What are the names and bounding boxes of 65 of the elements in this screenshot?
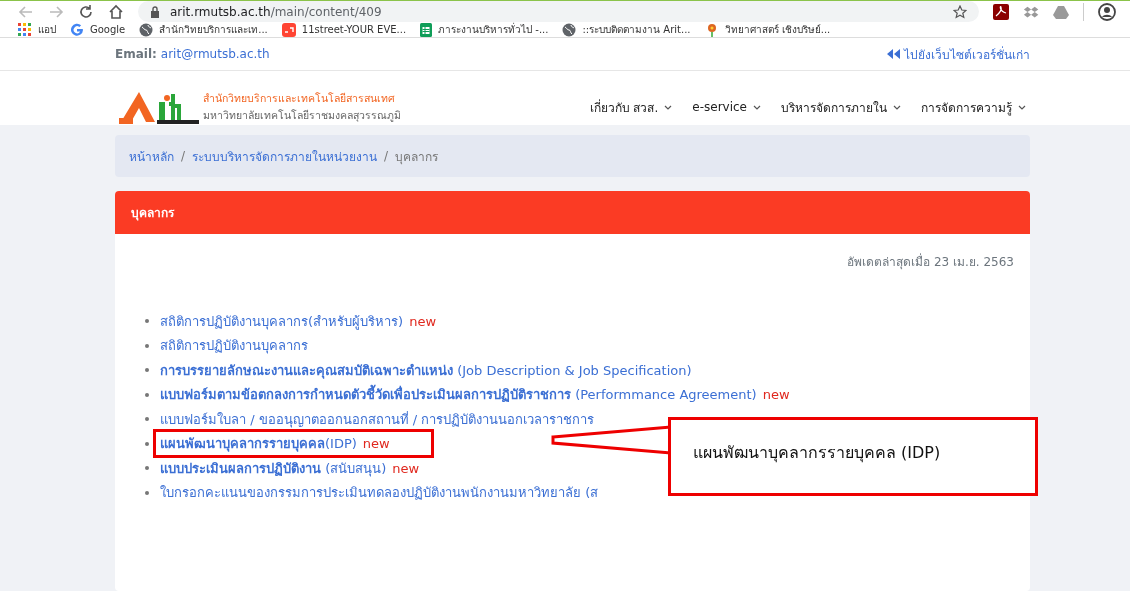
bookmark-item[interactable]: Google [70, 22, 126, 37]
drive-icon[interactable] [1053, 4, 1069, 19]
apps-grid-icon [18, 22, 32, 37]
breadcrumb-current: บุคลากร [395, 148, 439, 166]
chevron-down-icon [664, 104, 673, 110]
bookmark-item[interactable]: สำนักวิทยบริการและเท... [139, 22, 268, 37]
bullet [145, 417, 149, 422]
document-link[interactable]: แบบประเมินผลการปฏิบัติงาน (สนับสนุน) [160, 457, 387, 479]
new-label: new [409, 313, 437, 329]
panel-header: บุคลากร [115, 191, 1030, 234]
document-link[interactable]: การบรรยายลักษณะงานและคุณสมบัติเฉพาะตำแหน่ง (Job Description & Job Specification) [160, 359, 692, 381]
new-label: new [392, 460, 420, 476]
star-icon[interactable] [953, 4, 967, 19]
nav-menu-item[interactable]: การจัดการความรู้ [921, 97, 1026, 117]
globe-icon [562, 22, 577, 37]
new-label: new [762, 387, 790, 403]
home-icon[interactable] [108, 3, 124, 20]
bullet [145, 441, 149, 446]
bookmark-item[interactable]: แอป [18, 22, 56, 37]
lock-icon [150, 5, 160, 18]
document-link[interactable]: สถิติการปฏิบัติงานบุคลากร [160, 335, 308, 357]
rewind-icon [887, 49, 900, 59]
logo-title: สำนักวิทยบริการและเทคโนโลยีสารสนเทศ [203, 91, 396, 106]
bullet [145, 490, 149, 495]
document-link[interactable]: แบบฟอร์มตามข้อตกลงการกำหนดตัวชี้วัดเพื่อประเมินผลการปฏิบัติราชการ (Performmance Agreement) [160, 384, 757, 406]
logo-subtitle: มหาวิทยาลัยเทคโนโลยีราชมงคลสุวรรณภูมิ [203, 108, 401, 124]
bookmark-item[interactable]: ภาระงานบริหารทั่วไป -... [420, 22, 549, 37]
url-text: arit.rmutsb.ac.th/main/content/409 [170, 4, 382, 19]
bullet [145, 343, 149, 348]
bookmark-item[interactable]: วิทยาศาสตร์ เชิงบริษย์... [704, 22, 831, 37]
email-link[interactable]: arit@rmutsb.ac.th [160, 47, 270, 61]
address-bar[interactable]: arit.rmutsb.ac.th/main/content/409 [138, 1, 979, 22]
nav-menu-item[interactable]: เกี่ยวกับ สวส. [589, 97, 673, 117]
document-link[interactable]: แบบฟอร์มใบลา / ขออนุญาตออกนอกสถานที่ / การปฏิบัติงานนอกเวลาราชการ [160, 408, 595, 430]
logo-icon[interactable] [119, 90, 199, 124]
bullet [145, 368, 149, 373]
bullet [145, 392, 149, 397]
nav-menu-item[interactable]: บริหารจัดการภายใน [781, 97, 901, 117]
bookmark-item[interactable]: 11street-YOUR EVE... [281, 22, 407, 37]
document-link[interactable]: แผนพัฒนาบุคลากรรายบุคคล(IDP) [160, 433, 357, 455]
google-icon [70, 22, 84, 37]
callout-box: แผนพัฒนาบุคลากรรายบุคคล (IDP) [668, 417, 1038, 496]
bookmark-item[interactable]: ::ระบบติดตามงาน Arit... [562, 22, 691, 37]
spreadsheet-icon [420, 22, 433, 37]
account-icon[interactable] [1098, 2, 1116, 21]
store-icon [281, 22, 296, 37]
globe-icon [139, 22, 154, 37]
chevron-down-icon [893, 104, 901, 110]
new-label: new [362, 436, 390, 452]
bullet [145, 319, 149, 324]
email-label: Email: [115, 47, 157, 61]
reload-icon[interactable] [78, 3, 94, 20]
breadcrumb-separator: / [181, 149, 186, 163]
breadcrumb-link[interactable]: ระบบบริหารจัดการภายในหน่วยงาน [192, 146, 378, 166]
breadcrumb-separator: / [384, 149, 389, 163]
updated-date: อัพเดตล่าสุดเมื่อ 23 เม.ย. 2563 [846, 252, 1014, 271]
nav-menu-item[interactable]: e-service [692, 97, 761, 117]
chevron-down-icon [753, 104, 761, 110]
pdf-extension-icon[interactable] [993, 3, 1009, 20]
document-link[interactable]: ใบกรอกคะแนนของกรรมการประเมินทดลองปฏิบัติงานพนักงานมหาวิทยาลัย (ส [160, 482, 599, 504]
breadcrumb-link[interactable]: หน้าหลัก [129, 146, 174, 166]
chevron-down-icon [1018, 104, 1026, 110]
bullet [145, 466, 149, 471]
document-link[interactable]: สถิติการปฏิบัติงานบุคลากร(สำหรับผู้บริหาร) [160, 310, 404, 332]
old-site-link[interactable]: ไปยังเว็บไซต์เวอร์ชั่นเก่า [887, 44, 1030, 64]
